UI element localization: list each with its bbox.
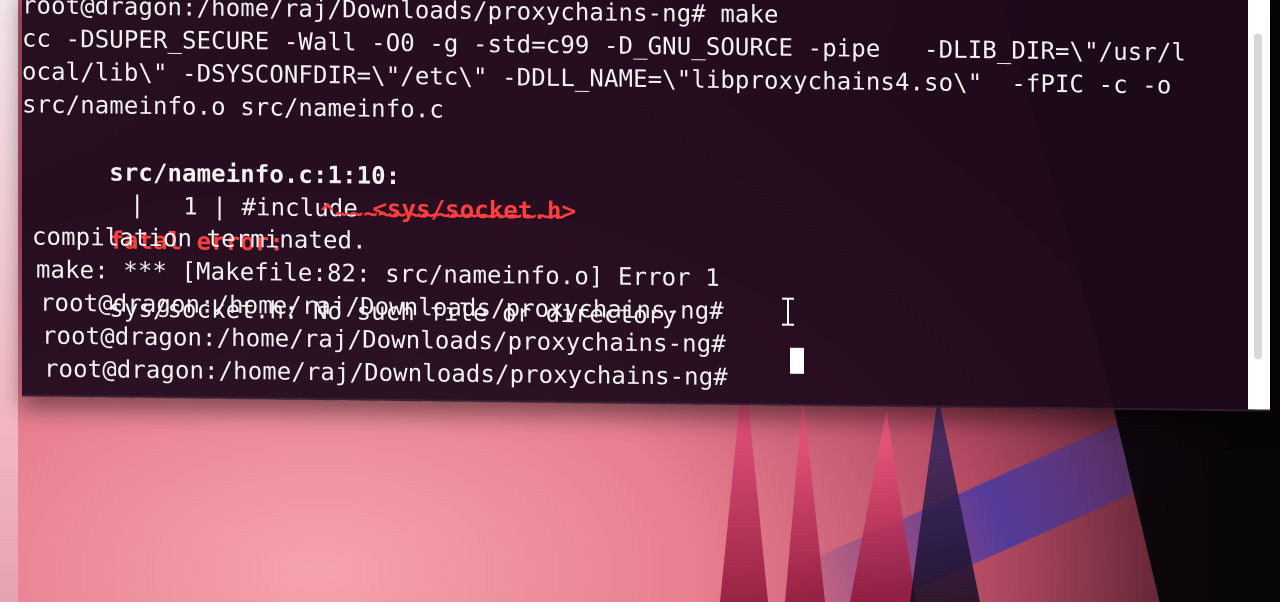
wallpaper-shape xyxy=(850,410,916,602)
wallpaper-shape xyxy=(785,395,825,602)
terminal-window[interactable]: root@dragon:/home/raj/Downloads/proxycha… xyxy=(22,0,1270,412)
terminal-scrollbar[interactable] xyxy=(1248,0,1270,410)
continuation-bar: | xyxy=(130,190,145,219)
active-shell-prompt[interactable]: root@dragon:/home/raj/Downloads/proxycha… xyxy=(44,352,728,394)
desktop-background: root@dragon:/home/raj/Downloads/proxycha… xyxy=(0,0,1280,602)
screen-edge-highlight xyxy=(0,0,18,602)
scrollbar-thumb[interactable] xyxy=(1254,33,1262,360)
include-source-line: 1 | #include <sys/socket.h> xyxy=(96,154,576,225)
compilation-message: compilation terminated. xyxy=(32,222,367,255)
block-cursor-icon xyxy=(790,347,804,374)
i-beam-icon xyxy=(782,298,794,326)
